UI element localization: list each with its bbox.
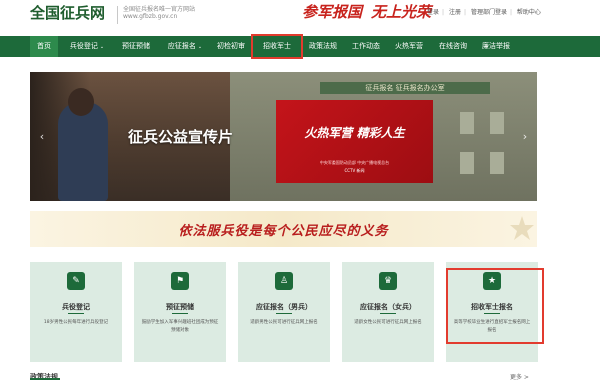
banner-sign-text: 征兵报名 征兵报名办公室 [365, 84, 445, 92]
nav-label: 在线咨询 [439, 42, 467, 50]
nav-label: 廉洁举报 [482, 42, 510, 50]
chevron-down-icon: ⌄ [197, 44, 203, 50]
card-title: 应征报名（男兵） [256, 303, 312, 311]
nav-item-news[interactable]: 工作动态 [346, 36, 386, 57]
motto-banner: 依法服兵役是每个公民应尽的义务 [30, 211, 537, 247]
logo-url: www.gfbzb.gov.cn [123, 13, 178, 20]
banner-person-head [68, 88, 94, 116]
banner-promo-poster[interactable]: 火热军营 精彩人生 中央军委国防动员部 中央广播电视总台 CCTV 新闻 [276, 100, 433, 183]
nav-item-policies[interactable]: 政策法规 [303, 36, 343, 57]
register-link[interactable]: 注册 [449, 9, 461, 16]
emblem-icon [510, 216, 534, 240]
more-link[interactable]: 更多 > [510, 372, 529, 380]
building-window [490, 152, 504, 174]
card-divider [276, 313, 292, 314]
banner-promo-logo: CCTV 新闻 [344, 168, 365, 173]
link-separator: | [509, 9, 512, 16]
logo-subtitle: 全国征兵报名唯一官方网站 [123, 6, 196, 13]
nav-label: 应征报名 [167, 42, 196, 50]
carousel-dots [270, 191, 298, 195]
flag-icon: ⚑ [171, 272, 189, 290]
top-links: 登录 | 注册 | 管理部门登录 | 帮助中心 [427, 7, 544, 16]
nav-label: 初检初审 [217, 42, 245, 50]
site-logo-title[interactable]: 全国征兵网 [30, 2, 105, 23]
nav-label: 首页 [37, 42, 51, 50]
nav-item-initial-screening[interactable]: 初检初审 [213, 36, 249, 57]
nav-item-pre-enlistment[interactable]: 预征预储 [116, 36, 156, 57]
nav-label: 兵役登记 [69, 42, 98, 50]
chevron-right-icon[interactable]: › [519, 128, 531, 146]
help-center-link[interactable]: 帮助中心 [517, 9, 541, 16]
card-enlistment-female[interactable]: ♛ 应征报名（女兵） 适龄女性公民可进行征兵网上报名 [342, 262, 434, 362]
slogan-part-2: 无上光荣 [371, 3, 432, 21]
link-separator: | [442, 9, 445, 16]
nav-item-online-consult[interactable]: 在线咨询 [433, 36, 473, 57]
card-title: 应征报名（女兵） [360, 303, 416, 311]
chevron-left-icon[interactable]: ‹ [36, 128, 48, 146]
nav-highlight-box [251, 34, 303, 59]
card-description: 18岁男性公民每年进行兵役登记 [43, 320, 109, 325]
card-description: 适龄男性公民可进行征兵网上报名 [250, 320, 318, 325]
card-title: 兵役登记 [62, 303, 90, 311]
card-divider [380, 313, 396, 314]
card-divider [172, 313, 188, 314]
slogan-part-1: 参军报国 [302, 3, 363, 21]
building-window [460, 152, 474, 174]
site-header: 全国征兵网 全国征兵报名唯一官方网站 www.gfbzb.gov.cn 参军报国… [0, 0, 600, 34]
nav-label: 工作动态 [352, 42, 380, 50]
page: 全国征兵网 全国征兵报名唯一官方网站 www.gfbzb.gov.cn 参军报国… [0, 0, 600, 380]
chevron-down-icon: ⌄ [99, 44, 105, 50]
motto-text: 依法服兵役是每个公民应尽的义务 [178, 224, 389, 239]
building-window [460, 112, 474, 134]
edit-icon: ✎ [67, 272, 85, 290]
card-title: 预征预储 [166, 303, 194, 311]
banner-building-sign: 征兵报名 征兵报名办公室 [320, 82, 490, 94]
banner-promo-title: 火热军营 精彩人生 [304, 126, 405, 140]
nav-label: 政策法规 [309, 42, 337, 50]
logo-divider [117, 6, 118, 24]
nav-label: 预征预储 [122, 42, 150, 50]
card-pre-enlistment[interactable]: ⚑ 预征预储 鼓励学生加入军事兴趣班社团成为预征预储对象 [134, 262, 226, 362]
building-window [490, 112, 504, 134]
nav-item-home[interactable]: 首页 [30, 36, 58, 57]
card-description: 鼓励学生加入军事兴趣班社团成为预征预储对象 [141, 320, 219, 333]
banner-title: 征兵公益宣传片 [128, 128, 234, 146]
card-military-registration[interactable]: ✎ 兵役登记 18岁男性公民每年进行兵役登记 [30, 262, 122, 362]
hero-banner[interactable]: 征兵报名 征兵报名办公室 征兵公益宣传片 火热军营 精彩人生 中央军委国防动员部… [30, 72, 537, 201]
nav-item-report[interactable]: 廉洁举报 [476, 36, 516, 57]
female-person-icon: ♛ [379, 272, 397, 290]
nav-label: 火热军营 [395, 42, 423, 50]
nav-item-barracks[interactable]: 火热军营 [389, 36, 429, 57]
card-divider [68, 313, 84, 314]
link-separator: | [463, 9, 467, 16]
login-link[interactable]: 登录 [427, 9, 439, 16]
nav-item-enlistment-signup[interactable]: 应征报名 ⌄ [160, 36, 210, 57]
card-highlight-box [446, 268, 544, 344]
card-description: 适龄女性公民可进行征兵网上报名 [354, 320, 422, 325]
person-icon: ♙ [275, 272, 293, 290]
banner-person-figure [58, 102, 108, 201]
card-enlistment-male[interactable]: ♙ 应征报名（男兵） 适龄男性公民可进行征兵网上报名 [238, 262, 330, 362]
nav-item-military-registration[interactable]: 兵役登记 ⌄ [62, 36, 112, 57]
admin-login-link[interactable]: 管理部门登录 [471, 9, 507, 16]
header-slogan: 参军报国 无上光荣 [302, 1, 431, 22]
banner-promo-credits: 中央军委国防动员部 中央广播电视总台 [319, 160, 390, 165]
